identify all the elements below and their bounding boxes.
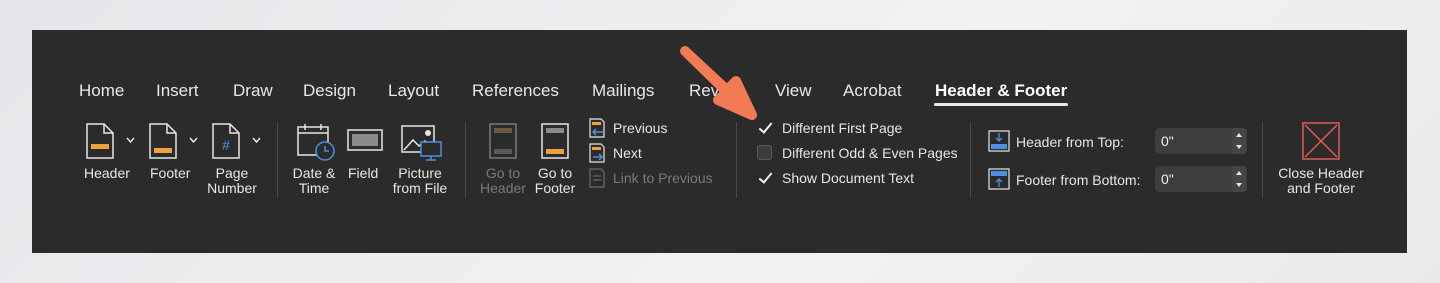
header-doc-icon: [86, 123, 114, 159]
group-divider: [1262, 122, 1263, 198]
calendar-clock-icon: [297, 124, 335, 161]
close-header-footer-label: Close Header and Footer: [1278, 165, 1364, 196]
footer-doc-icon: [149, 123, 177, 159]
stepper-arrows-icon: [1236, 171, 1242, 187]
different-first-page-label: Different First Page: [782, 120, 903, 136]
footer-position-icon: [988, 168, 1010, 190]
previous-label: Previous: [613, 120, 668, 136]
page-number-label: Page Number: [207, 165, 257, 196]
show-document-text-checkbox[interactable]: [757, 170, 772, 185]
footer-from-bottom-stepper[interactable]: [1232, 166, 1246, 192]
svg-text:#: #: [222, 137, 230, 153]
previous-section-icon: [589, 118, 605, 138]
group-divider: [736, 122, 737, 198]
stepper-arrows-icon: [1236, 133, 1242, 149]
tab-mailings[interactable]: Mailings: [592, 81, 654, 101]
go-to-footer-label: Go to Footer: [534, 165, 576, 196]
field-icon: [347, 129, 383, 151]
go-to-header-label: Go to Header: [480, 165, 526, 196]
different-odd-even-checkbox[interactable]: [757, 145, 772, 160]
close-icon: [1302, 122, 1340, 160]
annotation-arrow-icon: [680, 46, 757, 120]
go-to-footer-icon: [541, 123, 569, 159]
picture-from-file-label: Picture from File: [392, 165, 448, 196]
chevron-down-icon: [252, 137, 261, 143]
chevron-down-icon: [189, 137, 198, 143]
group-divider: [970, 122, 971, 198]
tab-acrobat[interactable]: Acrobat: [843, 81, 902, 101]
link-to-previous-icon: [589, 168, 605, 188]
page-number-icon: #: [212, 123, 240, 159]
tab-references[interactable]: References: [472, 81, 559, 101]
different-first-page-checkbox[interactable]: [757, 120, 772, 135]
link-to-previous-label: Link to Previous: [613, 170, 713, 186]
chevron-down-icon: [126, 137, 135, 143]
footer-button-label: Footer: [150, 165, 191, 181]
tab-header-footer[interactable]: Header & Footer: [935, 81, 1067, 101]
go-to-header-icon: [489, 123, 517, 159]
header-position-icon: [988, 130, 1010, 152]
tab-draw[interactable]: Draw: [233, 81, 273, 101]
tab-view[interactable]: View: [775, 81, 812, 101]
field-label: Field: [348, 165, 379, 181]
next-label: Next: [613, 145, 642, 161]
tab-layout[interactable]: Layout: [388, 81, 439, 101]
header-button-label: Header: [84, 165, 130, 181]
active-tab-indicator: [934, 103, 1068, 106]
show-document-text-label: Show Document Text: [782, 170, 915, 186]
group-divider: [465, 122, 466, 198]
header-from-top-label: Header from Top:: [1016, 134, 1124, 150]
tab-home[interactable]: Home: [79, 81, 124, 101]
tab-design[interactable]: Design: [303, 81, 356, 101]
date-time-label: Date & Time: [292, 165, 336, 196]
different-odd-even-label: Different Odd & Even Pages: [782, 145, 958, 161]
next-section-icon: [589, 143, 605, 163]
header-from-top-stepper[interactable]: [1232, 128, 1246, 154]
picture-icon: [401, 125, 442, 161]
footer-from-bottom-label: Footer from Bottom:: [1016, 172, 1141, 188]
group-divider: [277, 122, 278, 198]
tab-insert[interactable]: Insert: [156, 81, 199, 101]
